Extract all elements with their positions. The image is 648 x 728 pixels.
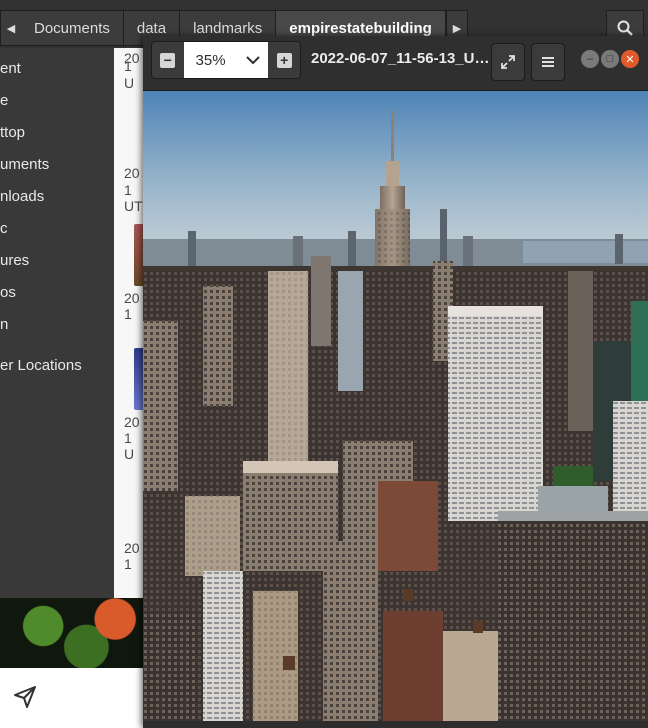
sidebar-item-music[interactable]: c xyxy=(0,220,8,237)
wallpaper-flowers xyxy=(0,598,144,668)
image-title: 2022-06-07_11-56-13_U… xyxy=(311,50,490,67)
zoom-control: − 35% + xyxy=(151,41,301,79)
close-button[interactable]: ✕ xyxy=(621,50,639,68)
file-label: U xyxy=(124,75,135,91)
nyc-skyline-image xyxy=(143,91,648,721)
breadcrumb-back-arrow[interactable]: ◀ xyxy=(0,10,22,46)
file-label: 1 xyxy=(124,182,132,198)
sidebar-item-desktop[interactable]: ttop xyxy=(0,124,25,141)
sidebar-item-pictures[interactable]: ures xyxy=(0,252,29,269)
plus-icon: + xyxy=(276,52,292,68)
file-label: 1 xyxy=(124,58,132,74)
close-icon: ✕ xyxy=(625,53,635,66)
sidebar-item-downloads[interactable]: nloads xyxy=(0,188,44,205)
sidebar-item-home[interactable]: e xyxy=(0,92,8,109)
search-icon xyxy=(617,20,633,36)
zoom-in-button[interactable]: + xyxy=(268,42,300,78)
viewer-headerbar: − 35% + 2022-06-07_11-56-13_U… – □ ✕ xyxy=(143,36,648,91)
file-label: 1 xyxy=(124,430,132,446)
file-label: 20 xyxy=(124,540,140,556)
zoom-level-dropdown[interactable]: 35% xyxy=(183,42,269,78)
sidebar-item-recent[interactable]: ent xyxy=(0,60,21,77)
sidebar-item-documents[interactable]: uments xyxy=(0,156,49,173)
send-icon[interactable] xyxy=(12,684,38,710)
file-label: 20 xyxy=(124,414,140,430)
file-label: 20 xyxy=(124,165,140,181)
zoom-level-value: 35% xyxy=(195,51,226,69)
displayed-photo xyxy=(143,91,648,721)
fullscreen-button[interactable] xyxy=(491,43,525,81)
zoom-out-button[interactable]: − xyxy=(152,42,184,78)
sidebar-item-videos[interactable]: os xyxy=(0,284,16,301)
maximize-icon: □ xyxy=(606,53,614,65)
minimize-icon: – xyxy=(586,53,594,65)
file-label: UT xyxy=(124,198,143,214)
image-viewer-window: − 35% + 2022-06-07_11-56-13_U… – □ ✕ xyxy=(143,36,648,728)
fullscreen-icon xyxy=(501,55,515,69)
breadcrumb-documents[interactable]: Documents xyxy=(21,10,124,46)
menu-button[interactable] xyxy=(531,43,565,81)
file-label: 20 xyxy=(124,290,140,306)
sidebar: ent e ttop uments nloads c ures os n er … xyxy=(0,48,114,598)
file-label: 1 xyxy=(124,556,132,572)
hamburger-menu-icon xyxy=(542,57,554,67)
maximize-button[interactable]: □ xyxy=(601,50,619,68)
bottom-panel xyxy=(0,668,144,728)
minus-icon: − xyxy=(160,52,176,68)
minimize-button[interactable]: – xyxy=(581,50,599,68)
file-label: U xyxy=(124,446,135,462)
sidebar-item-other-locations[interactable]: er Locations xyxy=(0,357,82,374)
sidebar-item-trash[interactable]: n xyxy=(0,316,8,333)
chevron-down-icon xyxy=(246,56,261,65)
file-label: 1 xyxy=(124,306,132,322)
